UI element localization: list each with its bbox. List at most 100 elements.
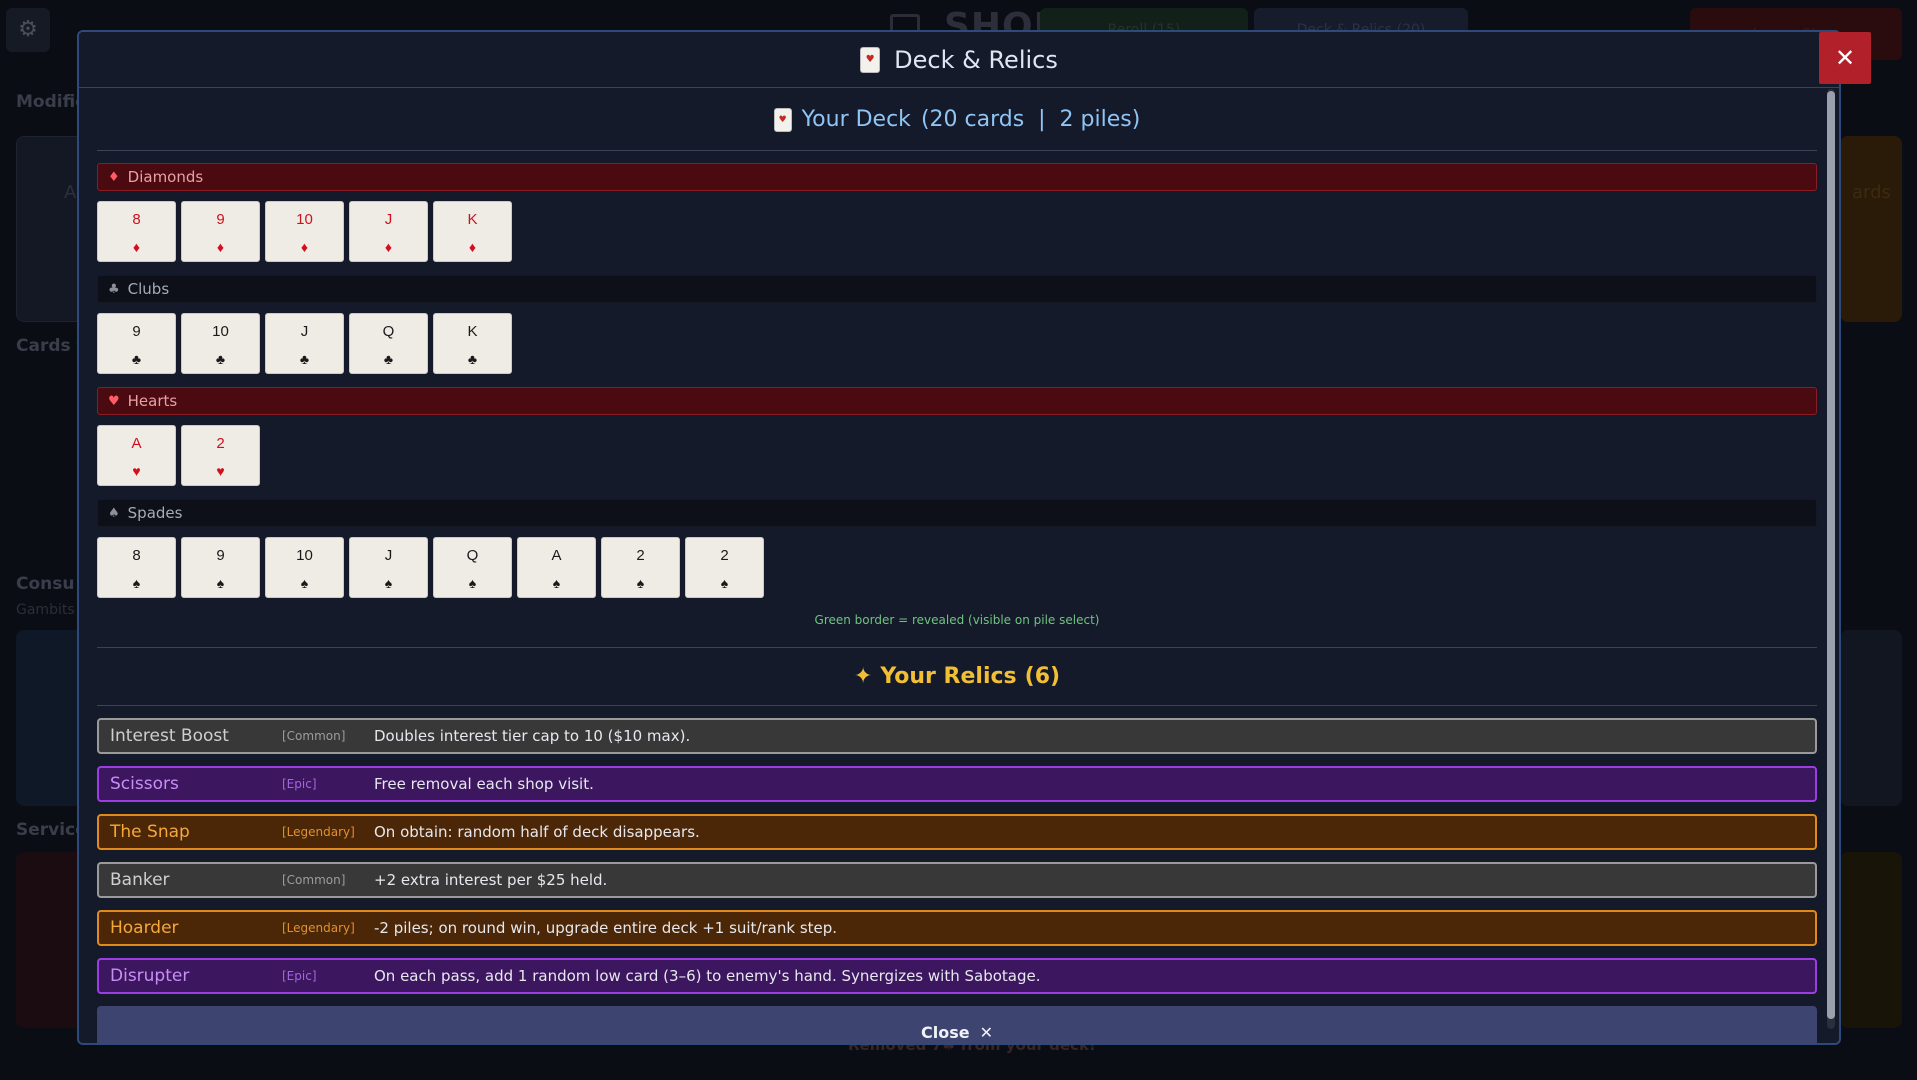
playing-card[interactable]: 2 ♥ xyxy=(181,425,260,486)
card-rank: Q xyxy=(382,323,395,340)
card-rank: 2 xyxy=(216,435,225,452)
playing-card[interactable]: 8 ♠ xyxy=(97,537,176,598)
card-suit-icon: ♠ xyxy=(636,575,645,591)
relic-name: Hoarder xyxy=(110,918,179,938)
suit-name: Diamonds xyxy=(127,168,204,186)
card-rank: J xyxy=(300,323,309,340)
card-rank: 10 xyxy=(212,323,229,340)
revealed-legend: Green border = revealed (visible on pile… xyxy=(814,613,1100,627)
close-button[interactable]: Close ✕ xyxy=(97,1006,1817,1043)
relic-description: On obtain: random half of deck disappear… xyxy=(374,823,700,841)
relic-rarity: [Legendary] xyxy=(282,825,355,839)
playing-card[interactable]: K ♣ xyxy=(433,313,512,374)
playing-card[interactable]: 10 ♣ xyxy=(181,313,260,374)
card-rank: 9 xyxy=(132,323,141,340)
card-rank: K xyxy=(467,211,478,228)
relic-row[interactable]: Interest Boost [Common] Doubles interest t… xyxy=(97,718,1817,754)
relic-row[interactable]: Banker [Common] +2 extra interest per $25 … xyxy=(97,862,1817,898)
spades-suit-icon: ♠ xyxy=(108,505,120,521)
relic-rarity: [Common] xyxy=(282,873,346,887)
playing-card[interactable]: 9 ♦ xyxy=(181,201,260,262)
card-suit-icon: ♦ xyxy=(384,239,393,255)
relic-name: Interest Boost xyxy=(110,726,229,746)
card-rank: Q xyxy=(466,547,479,564)
relic-list: Interest Boost [Common] Doubles interest t… xyxy=(97,718,1817,994)
gambits-label: Gambits xyxy=(16,602,75,618)
modal-title: Deck & Relics xyxy=(894,45,1058,74)
deck-suits: ♦ Diamonds 8 ♦ 9 ♦ 10 ♦ J ♦ K ♦ ♣ Clubs 9 ♣ 10 ♣ J ♣ Q ♣ K ♣ ♥ He… xyxy=(97,163,1817,599)
relic-name: Disrupter xyxy=(110,966,190,986)
card-suit-icon: ♣ xyxy=(299,351,310,367)
relic-row[interactable]: Hoarder [Legendary] -2 piles; on round win… xyxy=(97,910,1817,946)
consumable-panel xyxy=(16,630,86,806)
card-suit-icon: ♥ xyxy=(216,463,225,479)
card-rank: J xyxy=(384,211,393,228)
card-rank: 8 xyxy=(132,547,141,564)
deck-heading-label: Your Deck xyxy=(801,107,911,132)
card-suit-icon: ♣ xyxy=(467,351,478,367)
relic-row[interactable]: Scissors [Epic] Free removal each shop vis… xyxy=(97,766,1817,802)
playing-card[interactable]: Q ♣ xyxy=(349,313,428,374)
card-rank: 10 xyxy=(296,547,313,564)
card-suit-icon: ♣ xyxy=(131,351,142,367)
playing-card[interactable]: Q ♠ xyxy=(433,537,512,598)
modal-header: ♥ Deck & Relics xyxy=(79,32,1839,88)
playing-card-icon: ♥ xyxy=(773,107,792,132)
deck-relics-modal: ♥ Deck & Relics ♥ Your Deck (20 cards | … xyxy=(77,30,1841,1045)
card-suit-icon: ♠ xyxy=(384,575,393,591)
service-panel-right xyxy=(1840,852,1902,1028)
close-button-label: Close xyxy=(921,1022,970,1042)
playing-card[interactable]: J ♣ xyxy=(265,313,344,374)
card-rank: 2 xyxy=(636,547,645,564)
card-suit-icon: ♦ xyxy=(300,239,309,255)
clubs-suit-icon: ♣ xyxy=(108,281,120,297)
card-suit-icon: ♠ xyxy=(132,575,141,591)
card-suit-icon: ♠ xyxy=(216,575,225,591)
card-row-hearts: A ♥ 2 ♥ xyxy=(97,425,1817,487)
suit-name: Hearts xyxy=(127,392,178,410)
relic-description: -2 piles; on round win, upgrade entire d… xyxy=(374,919,838,937)
playing-card[interactable]: A ♠ xyxy=(517,537,596,598)
service-panel xyxy=(16,852,86,1028)
relic-description: Free removal each shop visit. xyxy=(374,775,594,793)
card-suit-icon: ♦ xyxy=(216,239,225,255)
relic-rarity: [Epic] xyxy=(282,777,317,791)
playing-card[interactable]: 10 ♠ xyxy=(265,537,344,598)
playing-card[interactable]: 2 ♠ xyxy=(601,537,680,598)
consumables-section-label: Consu xyxy=(16,574,75,594)
relic-description: +2 extra interest per $25 held. xyxy=(374,871,608,889)
playing-card[interactable]: 8 ♦ xyxy=(97,201,176,262)
suit-name: Clubs xyxy=(127,280,170,298)
playing-card[interactable]: J ♠ xyxy=(349,537,428,598)
suit-name: Spades xyxy=(127,504,183,522)
card-suit-icon: ♠ xyxy=(468,575,477,591)
card-row-diamonds: 8 ♦ 9 ♦ 10 ♦ J ♦ K ♦ xyxy=(97,201,1817,263)
deck-counts: (20 cards | 2 piles) xyxy=(920,107,1141,132)
playing-card[interactable]: A ♥ xyxy=(97,425,176,486)
relic-name: Scissors xyxy=(110,774,179,794)
card-suit-icon: ♦ xyxy=(468,239,477,255)
card-rank: A xyxy=(131,435,142,452)
card-rank: 10 xyxy=(296,211,313,228)
hearts-suit-icon: ♥ xyxy=(108,393,120,409)
scrollbar-thumb[interactable] xyxy=(1827,91,1835,1019)
card-rank: A xyxy=(551,547,562,564)
suit-header-diamonds: ♦ Diamonds xyxy=(97,163,1817,191)
gear-icon[interactable]: ⚙ xyxy=(6,8,50,52)
playing-card[interactable]: 9 ♣ xyxy=(97,313,176,374)
relic-rarity: [Epic] xyxy=(282,969,317,983)
playing-card[interactable]: 2 ♠ xyxy=(685,537,764,598)
playing-card[interactable]: 10 ♦ xyxy=(265,201,344,262)
playing-card[interactable]: 9 ♠ xyxy=(181,537,260,598)
playing-card[interactable]: K ♦ xyxy=(433,201,512,262)
suit-header-hearts: ♥ Hearts xyxy=(97,387,1817,415)
playing-card[interactable]: J ♦ xyxy=(349,201,428,262)
card-suit-icon: ♣ xyxy=(383,351,394,367)
relic-row[interactable]: Disrupter [Epic] On each pass, add 1 rando… xyxy=(97,958,1817,994)
diamonds-suit-icon: ♦ xyxy=(108,169,120,185)
card-suit-icon: ♣ xyxy=(215,351,226,367)
close-icon: ✕ xyxy=(979,1022,993,1042)
relic-row[interactable]: The Snap [Legendary] On obtain: random hal… xyxy=(97,814,1817,850)
close-icon[interactable]: ✕ xyxy=(1819,32,1871,84)
playing-card-icon: ♥ xyxy=(860,46,881,73)
